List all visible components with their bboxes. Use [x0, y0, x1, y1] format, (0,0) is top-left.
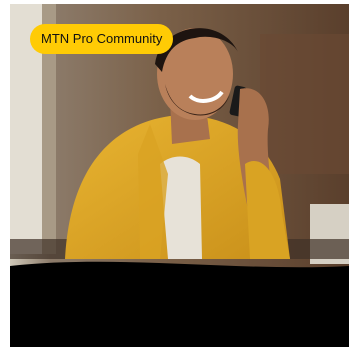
- community-badge: MTN Pro Community: [30, 24, 174, 54]
- promo-card[interactable]: MTN Pro Community: [10, 4, 349, 347]
- hero-photo: [10, 4, 349, 347]
